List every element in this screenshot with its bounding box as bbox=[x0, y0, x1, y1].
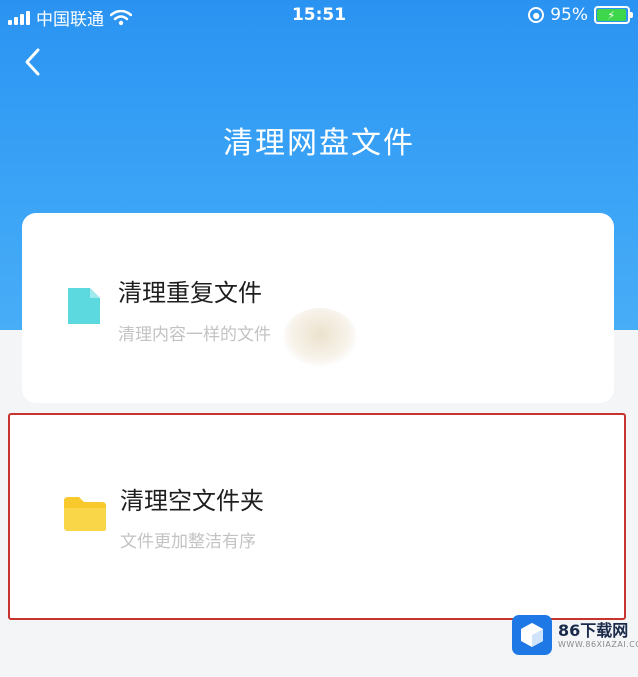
option-title: 清理空文件夹 bbox=[120, 487, 264, 515]
battery-fill: ⚡ bbox=[597, 9, 626, 22]
clean-empty-folders-option[interactable]: 清理空文件夹 文件更加整洁有序 bbox=[8, 413, 626, 620]
folder-icon bbox=[62, 495, 108, 537]
chevron-left-icon bbox=[25, 48, 40, 76]
option-subtitle: 文件更加整洁有序 bbox=[120, 532, 256, 552]
back-button[interactable] bbox=[14, 42, 50, 82]
watermark-domain: WWW.86XIAZAI.COM bbox=[558, 639, 638, 649]
file-icon bbox=[66, 286, 102, 330]
battery-icon: ⚡ bbox=[594, 6, 633, 24]
status-bar: 中国联通 15:51 ● 95% ⚡ bbox=[0, 0, 638, 32]
watermark-name: 86下载网 bbox=[558, 620, 629, 640]
orientation-lock-icon: ● bbox=[528, 7, 545, 23]
watermark-logo: 86下载网 WWW.86XIAZAI.COM bbox=[512, 614, 638, 656]
option-subtitle: 清理内容一样的文件 bbox=[118, 325, 271, 345]
cube-logo-icon bbox=[512, 615, 552, 655]
status-right: ● 95% ⚡ bbox=[528, 5, 633, 25]
option-title: 清理重复文件 bbox=[118, 279, 262, 307]
touch-cursor-icon bbox=[283, 308, 357, 366]
battery-percent: 95% bbox=[550, 5, 588, 25]
watermark-text: 86下载网 WWW.86XIAZAI.COM bbox=[558, 620, 638, 649]
page-title: 清理网盘文件 bbox=[223, 126, 415, 161]
